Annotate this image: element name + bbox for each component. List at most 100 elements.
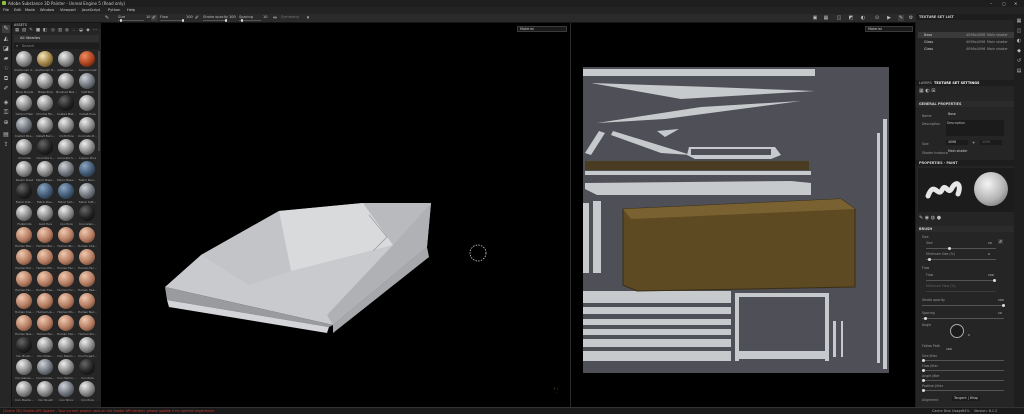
- menu-mode[interactable]: Mode: [25, 8, 35, 12]
- display-settings-icon[interactable]: ◐: [1015, 36, 1023, 46]
- asset-tile[interactable]: Concrete M…: [77, 117, 98, 139]
- asset-tile[interactable]: Human Fac…: [56, 249, 77, 271]
- geometry-mask-icon[interactable]: ◈: [2, 99, 10, 107]
- asset-scrollbar[interactable]: [98, 51, 100, 151]
- uv-icon[interactable]: ▦: [919, 88, 924, 94]
- asset-tile[interactable]: Iron Chain…: [35, 337, 56, 359]
- asset-tile[interactable]: Iron Galvan…: [14, 359, 35, 381]
- flow-jitter-slider[interactable]: [922, 368, 1004, 372]
- settings-icon[interactable]: ⚙: [908, 15, 914, 21]
- camera-mode-icon[interactable]: ▣: [812, 15, 818, 21]
- library-selector[interactable]: All libraries: [14, 35, 99, 42]
- size-jitter-slider[interactable]: [922, 358, 1004, 362]
- asset-tile[interactable]: Cobalt Burn…: [35, 117, 56, 139]
- asset-tile[interactable]: Cobalt Pure: [77, 95, 98, 117]
- asset-tile[interactable]: Human Pal…: [35, 315, 56, 337]
- texture-set-shader[interactable]: Main shader: [987, 46, 1008, 52]
- menu-edit[interactable]: Edit: [14, 8, 21, 12]
- asset-tile[interactable]: Human Hea…: [77, 271, 98, 293]
- size-pressure-icon[interactable]: ✐: [998, 239, 1004, 244]
- stroke-opacity-value[interactable]: 100: [998, 298, 1004, 302]
- asset-tile[interactable]: Fabric Soft…: [77, 183, 98, 205]
- asset-tile[interactable]: Iron Pure: [77, 359, 98, 381]
- asset-tile[interactable]: Denim Rivet: [14, 161, 35, 183]
- asset-tile[interactable]: Human Mo…: [56, 293, 77, 315]
- asset-tile[interactable]: Concrete S…: [56, 139, 77, 161]
- minimum-size-value[interactable]: 0: [988, 252, 990, 256]
- asset-tile[interactable]: Human Fac…: [77, 249, 98, 271]
- asset-tile[interactable]: Human Bel…: [35, 227, 56, 249]
- filter-texture-icon[interactable]: ▧: [21, 28, 27, 34]
- asset-tile[interactable]: Human Lip…: [35, 293, 56, 315]
- mesh-icon[interactable]: ◐: [925, 88, 929, 94]
- asset-tile[interactable]: Iron Pure: [56, 205, 77, 227]
- asset-tile[interactable]: Fabric Base…: [35, 161, 56, 183]
- minimize-button[interactable]: –: [990, 1, 992, 6]
- alpha-icon[interactable]: ◉: [925, 215, 929, 221]
- flow-slider[interactable]: [160, 19, 184, 22]
- asset-tile[interactable]: Coated Met…: [56, 95, 77, 117]
- symmetry-label[interactable]: Symmetry: [281, 15, 299, 19]
- asset-tile[interactable]: Iron Hamm…: [56, 359, 77, 381]
- asset-tile[interactable]: Iron Shiny: [56, 381, 77, 403]
- channels-icon[interactable]: ⊞: [931, 88, 935, 94]
- asset-tile[interactable]: Human Elb…: [35, 249, 56, 271]
- bake-icon[interactable]: ▤: [2, 131, 10, 139]
- asset-tile[interactable]: Human Ski…: [77, 315, 98, 337]
- filter-brush-icon[interactable]: ✎: [28, 28, 34, 34]
- shader-settings-icon[interactable]: ◆: [1015, 46, 1023, 56]
- spacing-slider[interactable]: [922, 316, 1004, 320]
- asset-tile[interactable]: Cloth Pure: [56, 117, 77, 139]
- asset-tile[interactable]: Coated Stre…: [14, 117, 35, 139]
- asset-tile[interactable]: Fabric Base…: [56, 161, 77, 183]
- close-button[interactable]: ✕: [1014, 1, 1017, 6]
- asset-tile[interactable]: Aluminium A…: [14, 51, 35, 73]
- video-icon[interactable]: ▶: [886, 15, 892, 21]
- description-field[interactable]: Description: [946, 120, 1004, 136]
- shading-icon[interactable]: ◐: [860, 15, 866, 21]
- asset-tile[interactable]: Fabric Rou…: [35, 183, 56, 205]
- filter-generator-icon[interactable]: ◍: [64, 28, 70, 34]
- stroke-opacity-slider[interactable]: [203, 19, 227, 22]
- color-picker-icon[interactable]: ✐: [2, 85, 10, 93]
- filter-particle-icon[interactable]: ∴: [71, 28, 77, 34]
- filter-material-icon[interactable]: ■: [35, 28, 41, 34]
- brush-size-slider[interactable]: [926, 246, 996, 250]
- symmetry-dropdown-icon[interactable]: ▾: [305, 15, 311, 21]
- menu-help[interactable]: Help: [127, 8, 135, 12]
- angle-jitter-slider[interactable]: [922, 378, 1004, 382]
- size-select[interactable]: 4096: [946, 140, 968, 145]
- shader-instance-value[interactable]: Main shader: [946, 149, 970, 154]
- flow-value[interactable]: 100: [186, 15, 193, 19]
- asset-tile[interactable]: Autumn Leaf: [77, 51, 98, 73]
- alignment-select[interactable]: Tangent | Wrap: [952, 396, 981, 401]
- stroke-opacity-slider[interactable]: [922, 303, 1005, 307]
- angle-dial[interactable]: [950, 324, 964, 338]
- filter-shader-icon[interactable]: ◆: [85, 28, 91, 34]
- asset-tile[interactable]: Fabric Knit…: [14, 183, 35, 205]
- lock-icon[interactable]: ⚿: [2, 109, 10, 117]
- asset-tile[interactable]: Bone Simple: [14, 73, 35, 95]
- brush-flow-slider[interactable]: [926, 278, 996, 282]
- asset-tile[interactable]: Human Ear…: [14, 249, 35, 271]
- view-split-icon[interactable]: ◫: [836, 15, 842, 21]
- smudge-tool-icon[interactable]: ☜: [2, 65, 10, 73]
- projection-tool-icon[interactable]: ◪: [2, 45, 10, 53]
- asset-search-input[interactable]: ⌕ Search: [14, 43, 99, 49]
- menu-viewport[interactable]: Viewport: [60, 8, 76, 12]
- asset-tile[interactable]: Human Fee…: [35, 271, 56, 293]
- viewport-2d[interactable]: Material ⌞: [557, 23, 915, 407]
- asset-tile[interactable]: Human Bac…: [14, 227, 35, 249]
- eraser-tool-icon[interactable]: ◭: [2, 35, 10, 43]
- polygon-fill-icon[interactable]: ▰: [2, 55, 10, 63]
- asset-tile[interactable]: Artificial Le…: [56, 51, 77, 73]
- asset-tile[interactable]: Iron Powde…: [14, 381, 35, 403]
- asset-tile[interactable]: Concrete: [14, 139, 35, 161]
- size-slider[interactable]: [118, 19, 144, 22]
- size-select-2[interactable]: 4096: [980, 140, 1002, 145]
- asset-tile[interactable]: Calf Skin: [77, 73, 98, 95]
- asset-tile[interactable]: Chrome Fib…: [35, 95, 56, 117]
- asset-tile[interactable]: Footprints: [14, 205, 35, 227]
- asset-tile[interactable]: Aluminium B…: [35, 51, 56, 73]
- viewport-3d[interactable]: Material | –: [101, 23, 570, 407]
